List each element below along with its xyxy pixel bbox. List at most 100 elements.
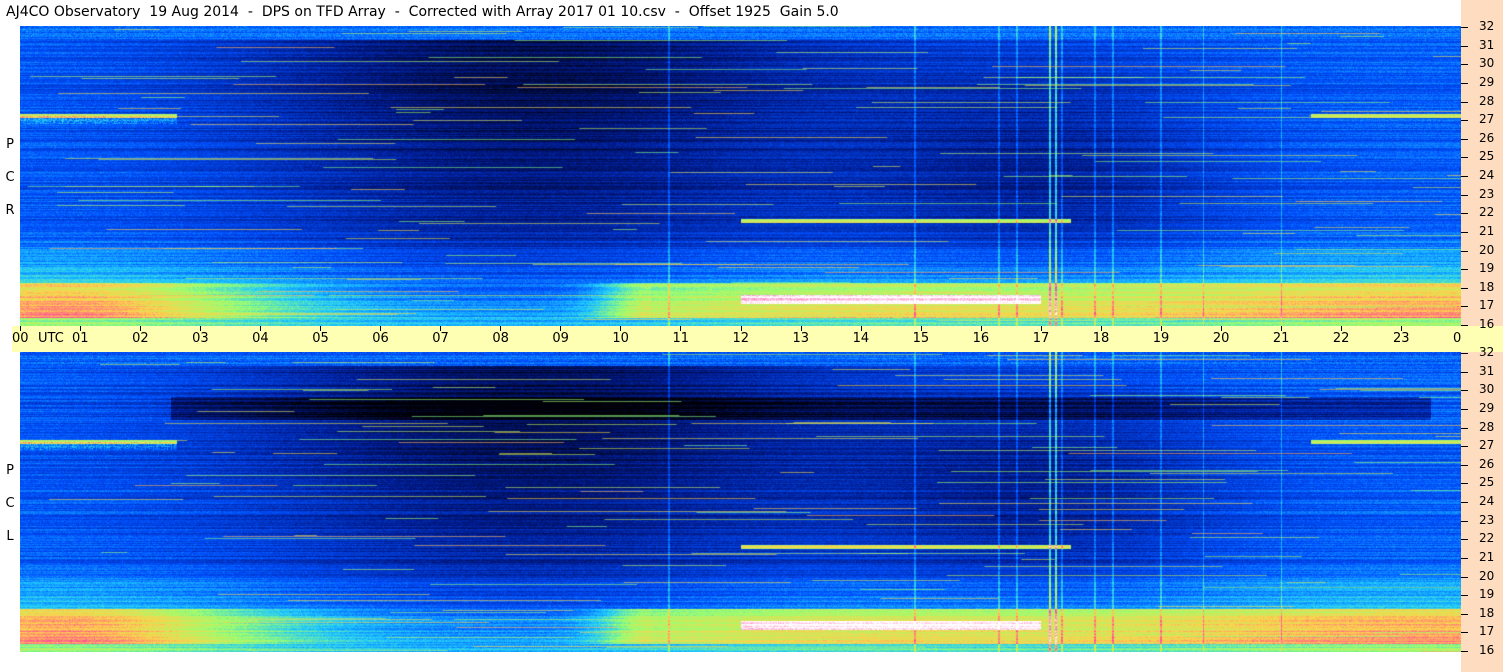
- frequency-tick-mark: [1461, 408, 1468, 410]
- frequency-tick-label: 18: [1479, 279, 1495, 294]
- frequency-tick-label: 18: [1479, 605, 1495, 620]
- time-tick-mark: [320, 326, 322, 331]
- time-tick-mark: [20, 326, 21, 331]
- time-tick-label: 09: [552, 331, 569, 346]
- frequency-tick-mark: [1461, 194, 1468, 196]
- time-tick-label: 13: [792, 331, 810, 346]
- frequency-tick-mark: [1461, 325, 1468, 326]
- time-tick-mark: [620, 326, 622, 331]
- time-tick-label: 19: [1152, 331, 1170, 346]
- time-tick-label: 10: [612, 331, 629, 346]
- frequency-tick-label: 26: [1479, 456, 1495, 471]
- time-tick-mark: [980, 326, 982, 331]
- frequency-tick-label: 20: [1479, 568, 1495, 583]
- frequency-tick-label: 25: [1479, 475, 1495, 490]
- frequency-tick-label: 19: [1479, 587, 1495, 602]
- pol-letter-bot-1: P: [6, 463, 14, 478]
- frequency-tick-label: 23: [1479, 186, 1495, 201]
- time-unit-label: UTC: [38, 331, 64, 346]
- time-tick-label: 14: [852, 331, 870, 346]
- time-tick-mark: [200, 326, 202, 331]
- time-tick-mark: [1040, 326, 1042, 331]
- frequency-tick-mark: [1461, 213, 1468, 215]
- frequency-tick-label: 19: [1479, 261, 1495, 276]
- frequency-tick-mark: [1461, 632, 1468, 634]
- time-tick-label: 23: [1392, 331, 1410, 346]
- time-tick-mark: [260, 326, 262, 331]
- frequency-tick-mark: [1461, 595, 1468, 597]
- time-tick-mark: [380, 326, 382, 331]
- frequency-tick-label: 27: [1479, 112, 1495, 127]
- lcp-spectrogram-canvas: [20, 352, 1461, 652]
- frequency-tick-mark: [1461, 464, 1468, 466]
- pol-letter-bot-2: C: [5, 496, 15, 511]
- lcp-spectrogram: [20, 352, 1461, 652]
- frequency-tick-mark: [1461, 613, 1468, 615]
- frequency-tick-label: 21: [1479, 549, 1495, 564]
- time-tick-label: 04: [252, 331, 269, 346]
- frequency-tick-label: 29: [1479, 400, 1495, 415]
- time-tick-mark: [1100, 326, 1102, 331]
- frequency-tick-mark: [1461, 306, 1468, 308]
- time-tick-label: 12: [732, 331, 750, 346]
- frequency-tick-label: 28: [1479, 419, 1495, 434]
- frequency-tick-mark: [1461, 390, 1468, 392]
- time-tick-label: 18: [1092, 331, 1110, 346]
- time-tick-label: 02: [132, 331, 149, 346]
- frequency-tick-label: 29: [1479, 74, 1495, 89]
- frequency-tick-label: 31: [1479, 37, 1495, 52]
- time-tick-label: 11: [672, 331, 689, 346]
- pol-letter-top-1: P: [6, 137, 14, 152]
- time-tick-mark: [1220, 326, 1222, 331]
- pol-letter-top-3: R: [5, 203, 15, 218]
- frequency-tick-mark: [1461, 101, 1468, 103]
- frequency-tick-mark: [1461, 557, 1468, 559]
- time-tick-label: 17: [1032, 331, 1050, 346]
- frequency-tick-mark: [1461, 64, 1468, 66]
- frequency-tick-label: 31: [1479, 363, 1495, 378]
- utc-time-axis: 00 01 02 03 04 05 06 07 08 09 10 11 12 13 14 15 16 17 18 19…: [12, 326, 1499, 352]
- time-tick-label: 16: [972, 331, 990, 346]
- frequency-tick-mark: [1461, 502, 1468, 503]
- frequency-tick-label: 24: [1479, 168, 1495, 182]
- time-tick-mark: [440, 326, 442, 331]
- frequency-tick-label: 17: [1479, 624, 1495, 639]
- time-tick-mark: [1340, 326, 1342, 331]
- frequency-tick-label: 27: [1479, 438, 1495, 453]
- frequency-tick-label: 25: [1479, 149, 1495, 164]
- time-tick-label: 15: [912, 331, 930, 346]
- frequency-tick-label: 32: [1479, 19, 1495, 33]
- time-tick-label: 21: [1272, 331, 1290, 346]
- frequency-tick-label: 26: [1479, 130, 1495, 145]
- frequency-tick-mark: [1461, 27, 1468, 28]
- time-tick-label: 03: [192, 331, 209, 346]
- frequency-tick-mark: [1461, 446, 1468, 448]
- time-tick-mark: [140, 326, 142, 331]
- time-tick-label: 06: [372, 331, 389, 346]
- time-tick-mark: [1400, 326, 1402, 331]
- time-tick-label: 05: [312, 331, 329, 346]
- rcp-spectrogram: [20, 26, 1461, 326]
- time-tick-mark: [560, 326, 562, 331]
- frequency-tick-label: 23: [1479, 512, 1495, 527]
- time-tick-mark: [1280, 326, 1282, 331]
- time-tick-mark: [740, 326, 742, 331]
- page-title: AJ4CO Observatory 19 Aug 2014 - DPS on T…: [6, 4, 839, 20]
- frequency-tick-label: 24: [1479, 494, 1495, 508]
- frequency-tick-mark: [1461, 483, 1468, 485]
- frequency-tick-mark: [1461, 651, 1468, 652]
- time-tick-mark: [920, 326, 922, 331]
- time-tick-mark: [500, 326, 502, 331]
- time-tick-label: 08: [492, 331, 509, 346]
- frequency-tick-mark: [1461, 539, 1468, 541]
- frequency-tick-label: 30: [1479, 382, 1495, 397]
- frequency-tick-mark: [1461, 371, 1468, 373]
- frequency-tick-mark: [1461, 45, 1468, 47]
- time-tick-mark: [80, 326, 82, 331]
- frequency-tick-label: 28: [1479, 93, 1495, 108]
- frequency-tick-label: 21: [1479, 223, 1495, 238]
- frequency-tick-mark: [1461, 138, 1468, 140]
- time-tick-mark: [1160, 326, 1162, 331]
- frequency-tick-mark: [1461, 120, 1468, 122]
- time-tick-label: 20: [1212, 331, 1230, 346]
